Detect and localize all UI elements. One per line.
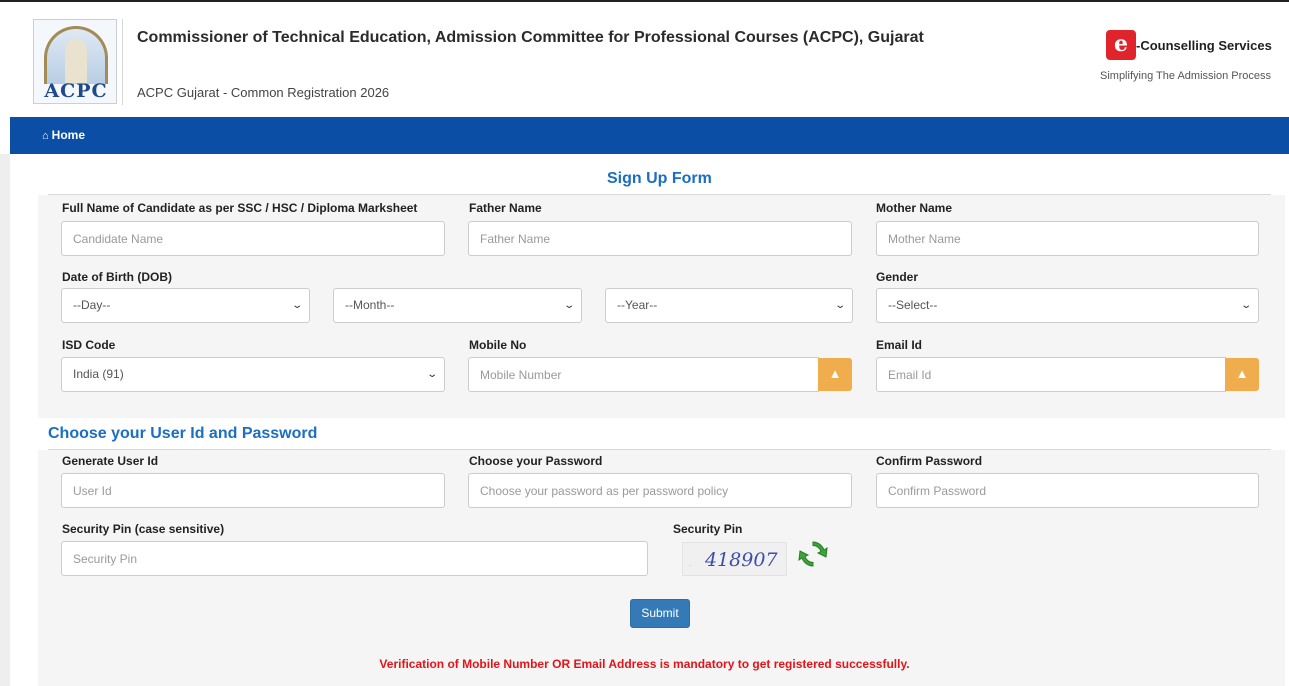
dob-day-select[interactable]: --Day-- ⌄	[61, 288, 310, 323]
userid-input[interactable]	[61, 473, 445, 508]
chevron-down-icon: ⌄	[562, 300, 575, 311]
candidate-name-input[interactable]	[61, 221, 445, 256]
page-subtitle: ACPC Gujarat - Common Registration 2026	[137, 85, 390, 100]
chevron-down-icon: ⌄	[1239, 300, 1252, 311]
gender-select[interactable]: --Select-- ⌄	[876, 288, 1259, 323]
email-input[interactable]	[876, 357, 1226, 392]
nav-home-label: Home	[51, 128, 85, 142]
mobile-number-input[interactable]	[468, 357, 819, 392]
userid-label: Generate User Id	[62, 454, 159, 468]
captcha-text: 418907	[705, 549, 778, 571]
dob-year-value: --Year--	[617, 298, 658, 312]
page-title: Commissioner of Technical Education, Adm…	[137, 29, 924, 46]
mother-name-label: Mother Name	[876, 201, 953, 215]
security-pin-label: Security Pin (case sensitive)	[62, 522, 225, 536]
full-name-label: Full Name of Candidate as per SSC / HSC …	[62, 201, 418, 215]
confirm-password-input[interactable]	[876, 473, 1259, 508]
mother-name-input[interactable]	[876, 221, 1259, 256]
chevron-down-icon: ⌄	[290, 300, 303, 311]
brand-name: -Counselling Services	[1136, 38, 1272, 53]
mobile-label: Mobile No	[469, 338, 527, 352]
home-icon: ⌂	[42, 130, 49, 142]
nav-home-link[interactable]: ⌂ Home	[42, 128, 85, 142]
chevron-down-icon: ⌄	[425, 369, 438, 380]
captcha-image: . . 418907	[682, 542, 787, 576]
logo-text: ACPC	[44, 80, 108, 102]
e-counselling-brand: e -Counselling Services Simplifying The …	[1100, 30, 1286, 90]
credentials-title: Choose your User Id and Password	[48, 425, 318, 442]
acpc-logo: ACPC	[33, 19, 117, 104]
security-pin-input[interactable]	[61, 541, 648, 576]
dob-day-value: --Day--	[73, 298, 111, 312]
email-label: Email Id	[876, 338, 923, 352]
isd-code-select[interactable]: India (91) ⌄	[61, 357, 445, 392]
isd-code-value: India (91)	[73, 367, 124, 381]
dob-label: Date of Birth (DOB)	[62, 270, 172, 284]
header: ACPC Commissioner of Technical Education…	[0, 2, 1289, 116]
dob-month-value: --Month--	[345, 298, 395, 312]
captcha-refresh-button[interactable]	[796, 539, 830, 569]
email-verify-warning-button[interactable]: ▲	[1225, 358, 1259, 391]
brand-tagline: Simplifying The Admission Process	[1100, 70, 1271, 82]
header-divider	[122, 19, 123, 105]
logo-arch-graphic	[44, 26, 108, 84]
mobile-verify-warning-button[interactable]: ▲	[818, 358, 852, 391]
chevron-down-icon: ⌄	[833, 300, 846, 311]
left-gutter	[0, 154, 10, 686]
verification-notice: Verification of Mobile Number OR Email A…	[379, 657, 910, 671]
page: ACPC Commissioner of Technical Education…	[0, 0, 1289, 686]
father-name-input[interactable]	[468, 221, 852, 256]
warning-icon: ▲	[828, 366, 842, 381]
warning-icon: ▲	[1235, 366, 1249, 381]
submit-button[interactable]: Submit	[630, 599, 690, 628]
gender-value: --Select--	[888, 298, 938, 312]
navbar: ⌂ Home	[10, 117, 1289, 154]
dob-year-select[interactable]: --Year-- ⌄	[605, 288, 853, 323]
password-input[interactable]	[468, 473, 852, 508]
confirm-password-label: Confirm Password	[876, 454, 983, 468]
dob-month-select[interactable]: --Month-- ⌄	[333, 288, 582, 323]
isd-code-label: ISD Code	[62, 338, 116, 352]
captcha-label: Security Pin	[673, 522, 743, 536]
e-counselling-logo-icon: e	[1106, 30, 1136, 60]
gender-label: Gender	[876, 270, 919, 284]
signup-title: Sign Up Form	[607, 170, 712, 187]
father-name-label: Father Name	[469, 201, 542, 215]
refresh-icon	[798, 541, 828, 567]
password-label: Choose your Password	[469, 454, 603, 468]
